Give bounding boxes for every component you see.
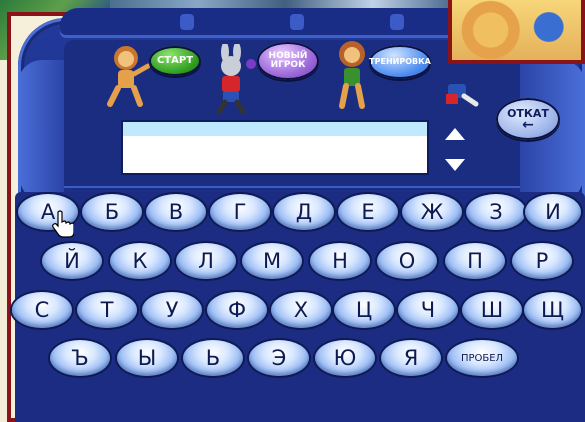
key-v[interactable]: В	[146, 194, 206, 230]
new-player-button[interactable]: НОВЫЙ ИГРОК	[257, 42, 319, 80]
key-l[interactable]: Л	[176, 243, 236, 279]
key-r[interactable]: Р	[512, 243, 572, 279]
key-ts[interactable]: Ц	[334, 292, 394, 328]
key-t[interactable]: Т	[77, 292, 137, 328]
panel-divider	[64, 186, 520, 188]
text-display	[121, 120, 429, 175]
rail-knob	[180, 14, 194, 30]
key-b[interactable]: Б	[82, 194, 142, 230]
key-m[interactable]: М	[242, 243, 302, 279]
key-u[interactable]: У	[142, 292, 202, 328]
key-kh[interactable]: Х	[271, 292, 331, 328]
key-sh[interactable]: Ш	[462, 292, 522, 328]
display-highlight	[123, 122, 427, 136]
lion-icon	[339, 41, 365, 109]
undo-button[interactable]: ОТКАТ ←	[496, 98, 560, 140]
key-d[interactable]: Д	[274, 194, 334, 230]
key-y-short[interactable]: Й	[42, 243, 102, 279]
key-yery[interactable]: Ы	[117, 340, 177, 376]
space-key[interactable]: ПРОБЕЛ	[447, 340, 517, 376]
key-shch[interactable]: Щ	[524, 292, 581, 328]
key-hard-sign[interactable]: Ъ	[50, 340, 110, 376]
training-button[interactable]: ТРЕНИРОВКА	[369, 45, 431, 79]
lion-icon	[107, 46, 151, 107]
rabbit-icon	[216, 44, 256, 114]
up-arrow-icon	[445, 128, 465, 140]
scroll-up-button[interactable]	[443, 125, 467, 145]
down-arrow-icon	[445, 159, 465, 171]
key-n[interactable]: Н	[310, 243, 370, 279]
typewriter-left-side	[18, 60, 64, 210]
start-button[interactable]: СТАРТ	[149, 46, 201, 76]
rail-knob	[390, 14, 404, 30]
start-button-label: СТАРТ	[156, 55, 194, 66]
key-p[interactable]: П	[445, 243, 505, 279]
key-g[interactable]: Г	[210, 194, 270, 230]
key-f[interactable]: Ф	[207, 292, 267, 328]
training-button-label: ТРЕНИРОВКА	[369, 57, 431, 66]
hand-cursor-icon	[52, 210, 74, 238]
key-i[interactable]: И	[525, 194, 581, 230]
key-zh[interactable]: Ж	[402, 194, 462, 230]
key-ch[interactable]: Ч	[398, 292, 458, 328]
key-s[interactable]: С	[12, 292, 72, 328]
key-o[interactable]: О	[377, 243, 437, 279]
new-player-label-line2: ИГРОК	[270, 60, 306, 70]
back-arrow-icon: ←	[522, 116, 534, 133]
key-yu[interactable]: Ю	[315, 340, 375, 376]
typewriter-top-rail	[60, 8, 480, 38]
key-ya[interactable]: Я	[381, 340, 441, 376]
key-e[interactable]: Э	[249, 340, 309, 376]
key-soft-sign[interactable]: Ь	[183, 340, 243, 376]
scroll-down-button[interactable]	[443, 154, 467, 174]
corner-picture	[448, 0, 585, 64]
key-z[interactable]: З	[466, 194, 526, 230]
key-k[interactable]: К	[110, 243, 170, 279]
rail-knob	[290, 14, 304, 30]
key-ye[interactable]: Е	[338, 194, 398, 230]
character-icon	[446, 84, 479, 107]
